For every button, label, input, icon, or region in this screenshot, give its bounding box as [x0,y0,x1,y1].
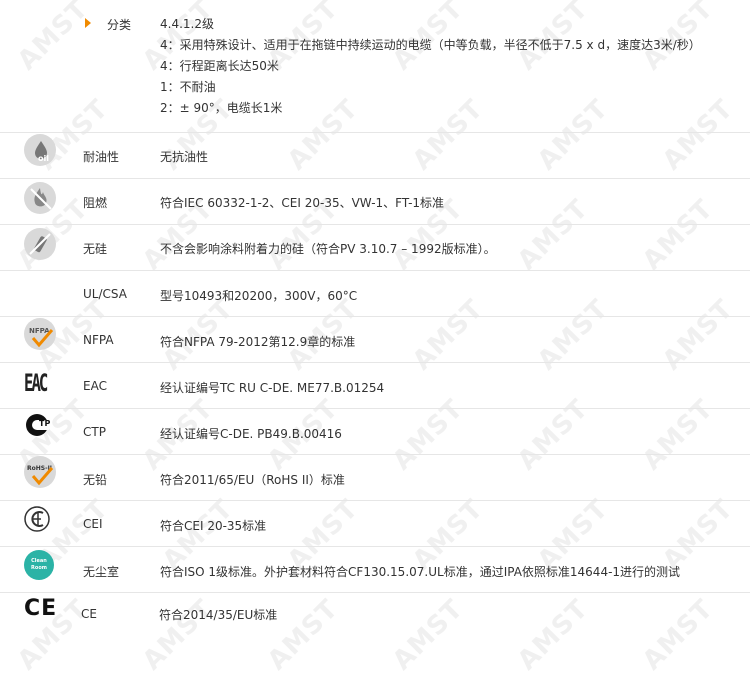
ce-icon-text: CE [24,596,58,621]
spec-row-ctp: TP CTP 经认证编号C-DE. PB49.B.00416 [0,408,750,455]
spec-value: 符合IEC 60332-1-2、CEI 20-35、VW-1、FT-1标准 [160,196,445,210]
spec-row-eac: EAC EAC 经认证编号TC RU C-DE. ME77.B.01254 [0,362,750,409]
silicone-free-icon [24,228,58,262]
spec-label: 无铅 [83,473,108,487]
spec-value: 符合CEI 20-35标准 [160,519,267,533]
classification-lines: 4.4.1.2级 4：采用特殊设计、适用于在拖链中持续运动的电缆（中等负载，半径… [160,14,701,119]
nfpa-icon: NFPA [24,318,58,352]
rohs-icon: RoHS-II [24,456,58,490]
classification-row: 分类 4.4.1.2级 4：采用特殊设计、适用于在拖链中持续运动的电缆（中等负载… [0,0,750,133]
spec-row-ulcsa: UL/CSA 型号10493和20200，300V，60°C [0,270,750,317]
oil-resistance-icon: oil [24,134,58,168]
oil-icon-text: oil [38,154,49,163]
spec-label: 阻燃 [83,196,108,210]
spec-label: CEI [83,517,103,531]
spec-value: 型号10493和20200，300V，60°C [160,289,358,303]
ctp-icon-text: TP [39,419,51,428]
classification-line: 4.4.1.2级 [160,17,214,31]
spec-label: CE [81,607,97,621]
classification-line: 1：不耐油 [160,80,216,94]
spec-value: 不含会影响涂料附着力的硅（符合PV 3.10.7 – 1992版标准）。 [160,242,496,256]
arrow-right-icon [85,18,91,28]
classification-label: 分类 [107,18,132,32]
spec-row-silicone: 无硅 不含会影响涂料附着力的硅（符合PV 3.10.7 – 1992版标准）。 [0,224,750,271]
spec-row-nfpa: NFPA NFPA 符合NFPA 79-2012第12.9章的标准 [0,316,750,363]
flame-retardant-icon [24,182,58,216]
spec-label: EAC [83,379,107,393]
spec-value: 经认证编号TC RU C-DE. ME77.B.01254 [160,381,385,395]
spec-value: 符合NFPA 79-2012第12.9章的标准 [160,335,356,349]
spec-label: CTP [83,425,106,439]
spec-row-cei: CEI 符合CEI 20-35标准 [0,500,750,547]
clean-room-icon: Clean Room [24,550,58,584]
ctp-icon: TP [24,412,58,446]
classification-line: 2：± 90°，电缆长1米 [160,101,283,115]
eac-icon: EAC [24,368,58,402]
spec-value: 无抗油性 [160,150,209,164]
spec-label: 无硅 [83,242,108,256]
spec-label: 耐油性 [83,150,120,164]
ce-icon: CE [24,596,58,630]
spec-row-cleanroom: Clean Room 无尘室 符合ISO 1级标准。外护套材料符合CF130.1… [0,546,750,593]
spec-row-flame: 阻燃 符合IEC 60332-1-2、CEI 20-35、VW-1、FT-1标准 [0,178,750,225]
classification-line: 4：行程距离长达50米 [160,59,279,73]
spec-row-ce: CE CE 符合2014/35/EU标准 [0,592,750,638]
spec-label: NFPA [83,333,114,347]
eac-icon-text: EAC [24,369,48,397]
spec-row-oil: oil 耐油性 无抗油性 [0,132,750,179]
spec-label: 无尘室 [83,565,120,579]
classification-line: 4：采用特殊设计、适用于在拖链中持续运动的电缆（中等负载，半径不低于7.5 x … [160,38,701,52]
spec-value: 符合2011/65/EU（RoHS II）标准 [160,473,345,487]
spec-value: 符合2014/35/EU标准 [159,608,278,622]
clean-room-icon-text: Clean Room [31,558,47,571]
cei-icon [24,504,58,538]
spec-value: 经认证编号C-DE. PB49.B.00416 [160,427,342,441]
spec-value: 符合ISO 1级标准。外护套材料符合CF130.15.07.UL标准，通过IPA… [160,565,681,579]
spec-label: UL/CSA [83,287,127,301]
spec-row-rohs: RoHS-II 无铅 符合2011/65/EU（RoHS II）标准 [0,454,750,501]
